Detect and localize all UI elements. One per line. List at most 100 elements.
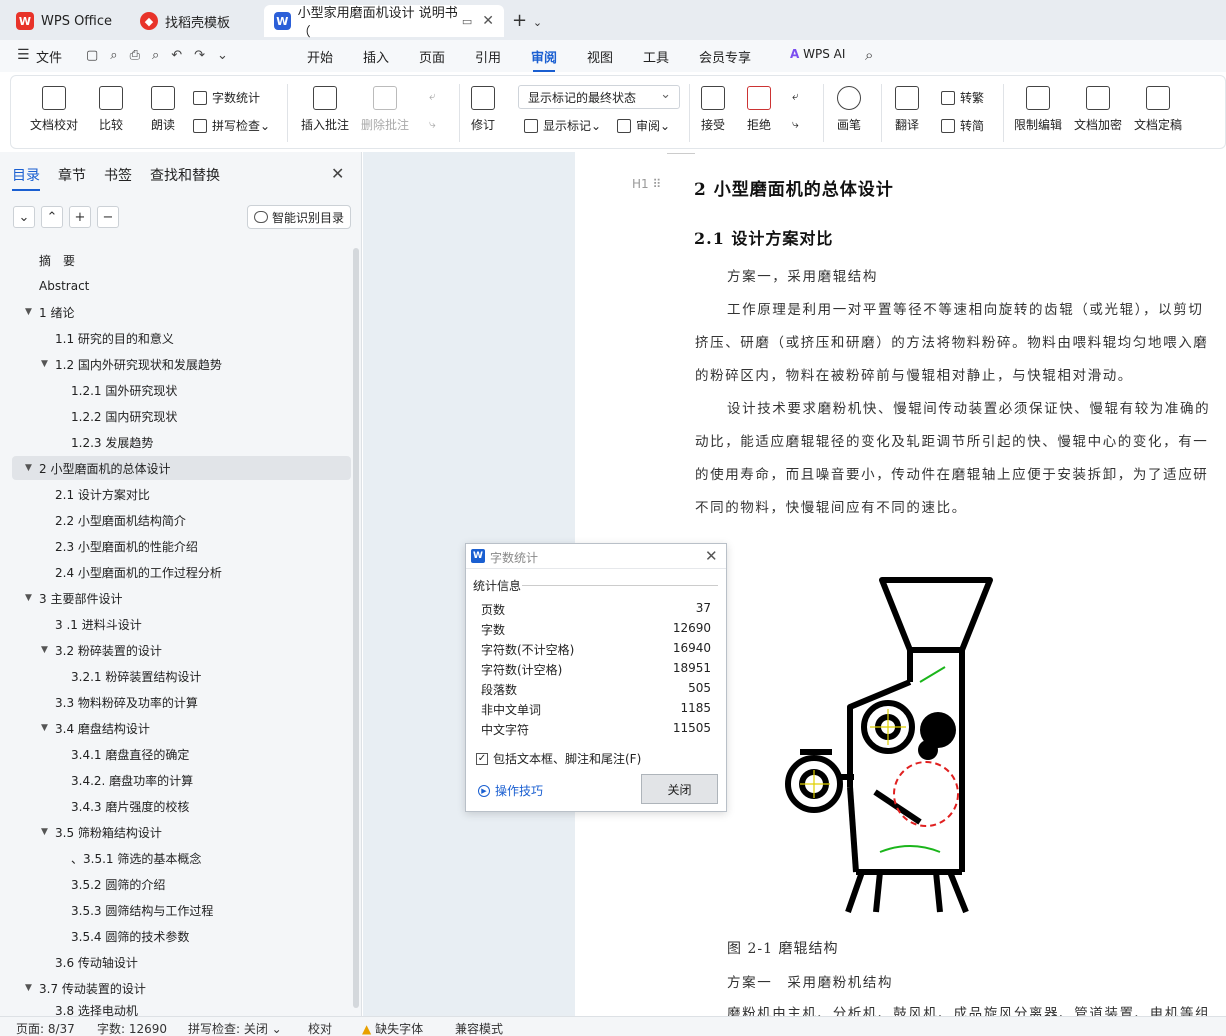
caret-down-icon[interactable]: ▼ [25, 307, 32, 317]
toc-item[interactable]: 3.6 传动轴设计 [55, 950, 138, 974]
encrypt-button[interactable]: 文档加密 [1074, 86, 1122, 133]
toc-item[interactable]: 3.5.4 圆筛的技术参数 [71, 924, 189, 948]
menu-review[interactable]: 审阅 [531, 47, 557, 72]
caret-down-icon[interactable]: ▼ [41, 723, 48, 733]
smart-toc-button[interactable]: 智能识别目录 [247, 205, 351, 229]
toc-item[interactable]: 1.1 研究的目的和意义 [55, 326, 174, 350]
toc-item[interactable]: 、3.5.1 筛选的基本概念 [71, 846, 201, 870]
spell-check-button[interactable]: 拼写检查 ⌄ [193, 117, 270, 134]
menu-references[interactable]: 引用 [475, 47, 501, 66]
menu-file[interactable]: 文件 [36, 47, 62, 66]
expand-icon[interactable]: ⌃ [41, 206, 63, 228]
next-comment-icon[interactable]: ⤷ [429, 117, 436, 132]
toc-item[interactable]: 3.8 选择电动机 [55, 1002, 138, 1016]
toc-item[interactable]: 2.3 小型磨面机的性能介绍 [55, 534, 198, 558]
doc-check-button[interactable]: 文档校对 [30, 86, 78, 133]
close-pane-icon[interactable]: ✕ [331, 164, 344, 183]
scrollbar[interactable] [353, 248, 359, 1008]
close-tab-icon[interactable]: ✕ [482, 13, 494, 29]
toc-item[interactable]: 1.2 国内外研究现状和发展趋势 [55, 352, 222, 376]
menu-insert[interactable]: 插入 [363, 47, 389, 66]
compare-button[interactable]: 比较 [99, 86, 123, 133]
add-heading-icon[interactable]: + [69, 206, 91, 228]
page-indicator[interactable]: 页面: 8/37 [16, 1020, 75, 1036]
next-change-icon[interactable]: ⤷ [792, 117, 799, 132]
review-pane-button[interactable]: 审阅 ⌄ [617, 117, 670, 134]
revise-button[interactable]: 修订 [471, 86, 495, 133]
toc-item[interactable]: 3.7 传动装置的设计 [39, 976, 146, 1000]
word-count-button[interactable]: 字数统计 [193, 89, 260, 106]
toc-item[interactable]: 3 .1 进料斗设计 [55, 612, 142, 636]
menu-tools[interactable]: 工具 [643, 47, 669, 66]
menu-view[interactable]: 视图 [587, 47, 613, 66]
menu-home[interactable]: 开始 [307, 47, 333, 66]
proof-indicator[interactable]: 校对 [308, 1020, 332, 1036]
to-traditional-button[interactable]: 转繁 [941, 89, 984, 106]
toc-item[interactable]: 3.2.1 粉碎装置结构设计 [71, 664, 201, 688]
nav-tab-bookmarks[interactable]: 书签 [104, 165, 132, 185]
markup-state-dropdown[interactable]: 显示标记的最终状态 [518, 85, 680, 109]
tips-link[interactable]: ▶ 操作技巧 [478, 782, 543, 799]
toc-item[interactable]: 3.4 磨盘结构设计 [55, 716, 150, 740]
prev-comment-icon[interactable]: ⤶ [429, 89, 436, 104]
finalize-button[interactable]: 文档定稿 [1134, 86, 1182, 133]
missing-font-indicator[interactable]: ▲ 缺失字体 [362, 1020, 423, 1036]
toc-item[interactable]: 2.1 设计方案对比 [55, 482, 150, 506]
toc-item[interactable]: 3.5.3 圆筛结构与工作过程 [71, 898, 213, 922]
tab-docer[interactable]: ◆ 找稻壳模板 [130, 5, 258, 37]
caret-down-icon[interactable]: ▼ [25, 983, 32, 993]
toc-item[interactable]: 1.2.3 发展趋势 [71, 430, 153, 454]
toc-item[interactable]: 2.2 小型磨面机结构简介 [55, 508, 186, 532]
toc-item[interactable]: 3.4.2. 磨盘功率的计算 [71, 768, 193, 792]
nav-tab-toc[interactable]: 目录 [12, 165, 40, 191]
toc-item[interactable]: 摘 要 [39, 248, 75, 272]
hamburger-icon[interactable]: ☰ [17, 47, 30, 63]
drag-handle-icon[interactable]: ⠿ [653, 177, 662, 191]
spell-check-indicator[interactable]: 拼写检查: 关闭 ⌄ [188, 1020, 282, 1036]
toc-item[interactable]: 1.2.1 国外研究现状 [71, 378, 177, 402]
to-simplified-button[interactable]: 转简 [941, 117, 984, 134]
menu-wps-ai[interactable]: A WPS AI [790, 47, 845, 61]
toc-item-selected[interactable]: 2 小型磨面机的总体设计 [12, 456, 351, 480]
nav-tab-chapters[interactable]: 章节 [58, 165, 86, 185]
caret-down-icon[interactable]: ▼ [41, 359, 48, 369]
caret-down-icon[interactable]: ▼ [25, 463, 32, 473]
close-button[interactable]: 关闭 [641, 774, 718, 804]
menu-page[interactable]: 页面 [419, 47, 445, 66]
caret-down-icon[interactable]: ▼ [41, 645, 48, 655]
toc-item[interactable]: 3.4.3 磨片强度的校核 [71, 794, 189, 818]
delete-comment-button[interactable]: 删除批注 [361, 86, 409, 133]
insert-comment-button[interactable]: 插入批注 [301, 86, 349, 133]
toc-item[interactable]: 3.2 粉碎装置的设计 [55, 638, 162, 662]
close-icon[interactable]: ✕ [705, 547, 718, 565]
prev-change-icon[interactable]: ⤶ [792, 89, 799, 104]
toc-item[interactable]: 3.5.2 圆筛的介绍 [71, 872, 165, 896]
show-markup-button[interactable]: 显示标记 ⌄ [524, 117, 601, 134]
remove-heading-icon[interactable]: − [97, 206, 119, 228]
toc-item[interactable]: Abstract [39, 274, 89, 298]
toc-item[interactable]: 3.4.1 磨盘直径的确定 [71, 742, 189, 766]
toc-item[interactable]: 2.4 小型磨面机的工作过程分析 [55, 560, 222, 584]
quick-access-icons[interactable]: ▢⌕⎙⌕↶↷⌄ [86, 48, 240, 63]
collapse-icon[interactable]: ⌄ [13, 206, 35, 228]
toc-item[interactable]: 3.5 筛粉箱结构设计 [55, 820, 162, 844]
nav-tab-find-replace[interactable]: 查找和替换 [150, 165, 220, 185]
toc-item[interactable]: 3 主要部件设计 [39, 586, 122, 610]
caret-down-icon[interactable]: ▼ [25, 593, 32, 603]
toc-item[interactable]: 1 绪论 [39, 300, 74, 324]
toc-item[interactable]: 3.3 物料粉碎及功率的计算 [55, 690, 198, 714]
restrict-edit-button[interactable]: 限制编辑 [1014, 86, 1062, 133]
menu-member[interactable]: 会员专享 [699, 47, 751, 66]
read-aloud-button[interactable]: 朗读 [151, 86, 175, 133]
word-count-indicator[interactable]: 字数: 12690 [97, 1020, 167, 1036]
pen-button[interactable]: 画笔 [837, 86, 861, 133]
tab-document[interactable]: W 小型家用磨面机设计 说明书（ ▭ ✕ [264, 5, 504, 40]
accept-button[interactable]: 接受 [701, 86, 725, 133]
search-icon[interactable]: ⌕ [865, 46, 873, 64]
reject-button[interactable]: 拒绝 [747, 86, 771, 133]
caret-down-icon[interactable]: ▼ [41, 827, 48, 837]
translate-button[interactable]: 翻译 [895, 86, 919, 133]
toc-item[interactable]: 1.2.2 国内研究现状 [71, 404, 177, 428]
new-tab-button[interactable]: + ⌄ [512, 10, 542, 31]
include-textbox-checkbox[interactable]: ✓ 包括文本框、脚注和尾注(F) [476, 750, 641, 767]
